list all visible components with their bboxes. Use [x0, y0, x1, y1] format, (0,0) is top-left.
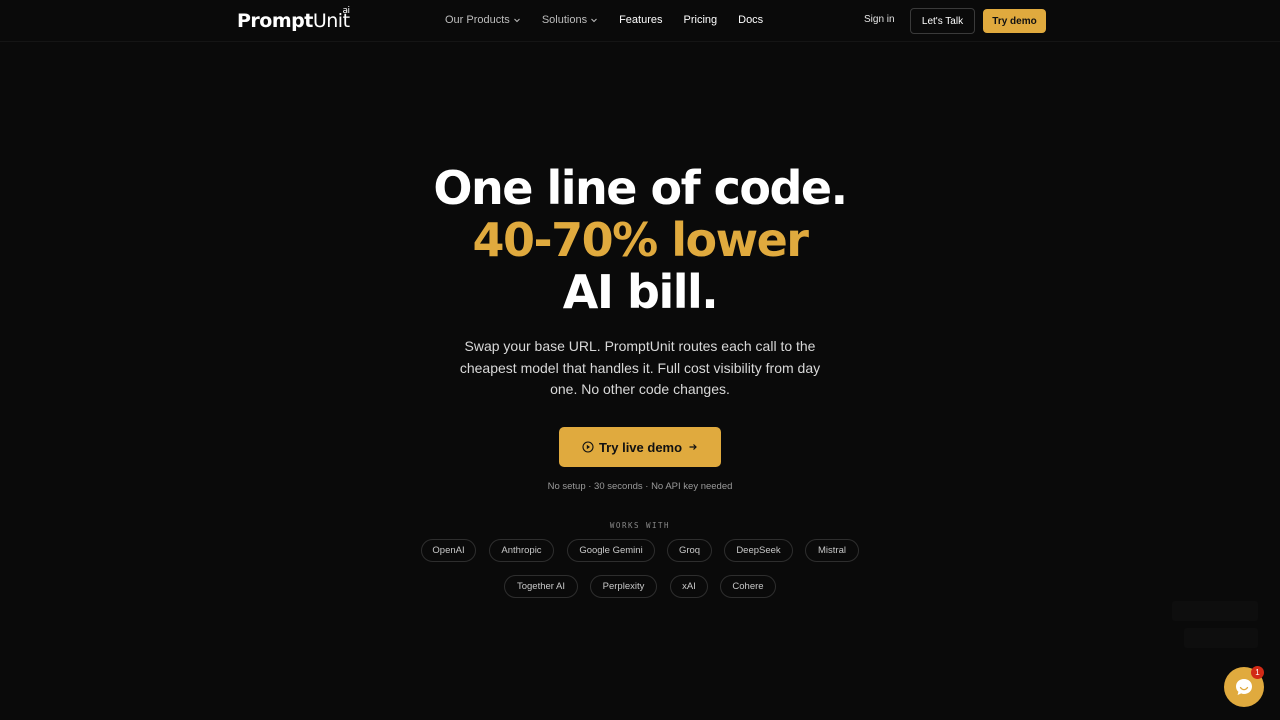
provider-pill-anthropic: Anthropic: [489, 539, 554, 562]
hero-note: No setup · 30 seconds · No API key neede…: [547, 481, 733, 492]
provider-pill-cohere: Cohere: [720, 575, 776, 598]
try-live-demo-button[interactable]: Try live demo: [559, 427, 721, 467]
nav-docs[interactable]: Docs: [738, 14, 763, 26]
provider-pill-together-ai: Together AI: [504, 575, 578, 598]
try-live-demo-label: Try live demo: [598, 439, 683, 455]
provider-pill-perplexity: Perplexity: [590, 575, 657, 598]
hero-headline: One line of code. 40-70% lower AI bill.: [0, 162, 1280, 318]
lets-talk-button[interactable]: Let's Talk: [910, 8, 975, 34]
nav-features-label: Features: [619, 14, 663, 26]
chevron-down-icon: [591, 18, 597, 23]
provider-pill-google-gemini: Google Gemini: [567, 539, 655, 562]
play-circle-icon: [582, 441, 594, 453]
top-nav: PromptUnit ai Our Products Solutions Fea…: [0, 0, 1280, 42]
hero-subtext: Swap your base URL. PromptUnit routes ea…: [459, 338, 821, 397]
chevron-down-icon: [513, 18, 520, 23]
nav-solutions-label: Solutions: [541, 14, 588, 26]
nav-our-products-label: Our Products: [445, 14, 510, 26]
headline-line-3: AI bill.: [562, 265, 719, 319]
provider-pill-openai: OpenAI: [421, 539, 476, 562]
chat-preview-ghost: [1172, 601, 1258, 621]
nav-solutions[interactable]: Solutions: [542, 14, 598, 26]
headline-line-2: 40-70% lower: [472, 213, 809, 267]
provider-pill-mistral: Mistral: [805, 539, 859, 562]
nav-links: Our Products Solutions Features Pricing …: [445, 14, 784, 26]
works-with-label: WORKS WITH: [609, 521, 671, 530]
chat-bubble-icon: [1236, 679, 1252, 695]
nav-features[interactable]: Features: [619, 14, 662, 26]
chat-preview-ghost: [1184, 628, 1258, 648]
nav-pricing-label: Pricing: [683, 14, 718, 26]
headline-line-1: One line of code.: [433, 161, 848, 215]
provider-pill-groq: Groq: [667, 539, 712, 562]
logo-prompt: Prompt: [237, 10, 313, 32]
chat-notification-badge: 1: [1251, 666, 1264, 679]
nav-docs-label: Docs: [738, 14, 764, 26]
nav-our-products[interactable]: Our Products: [445, 14, 521, 26]
try-demo-button[interactable]: Try demo: [983, 9, 1046, 33]
logo-ai-sup: ai: [342, 6, 351, 16]
promptunit-logo[interactable]: PromptUnit ai: [237, 6, 350, 32]
arrow-right-icon: [689, 444, 697, 450]
sign-in-link[interactable]: Sign in: [864, 14, 895, 25]
provider-pill-xai: xAI: [670, 575, 708, 598]
provider-pill-deepseek: DeepSeek: [724, 539, 793, 562]
nav-pricing[interactable]: Pricing: [684, 14, 718, 26]
